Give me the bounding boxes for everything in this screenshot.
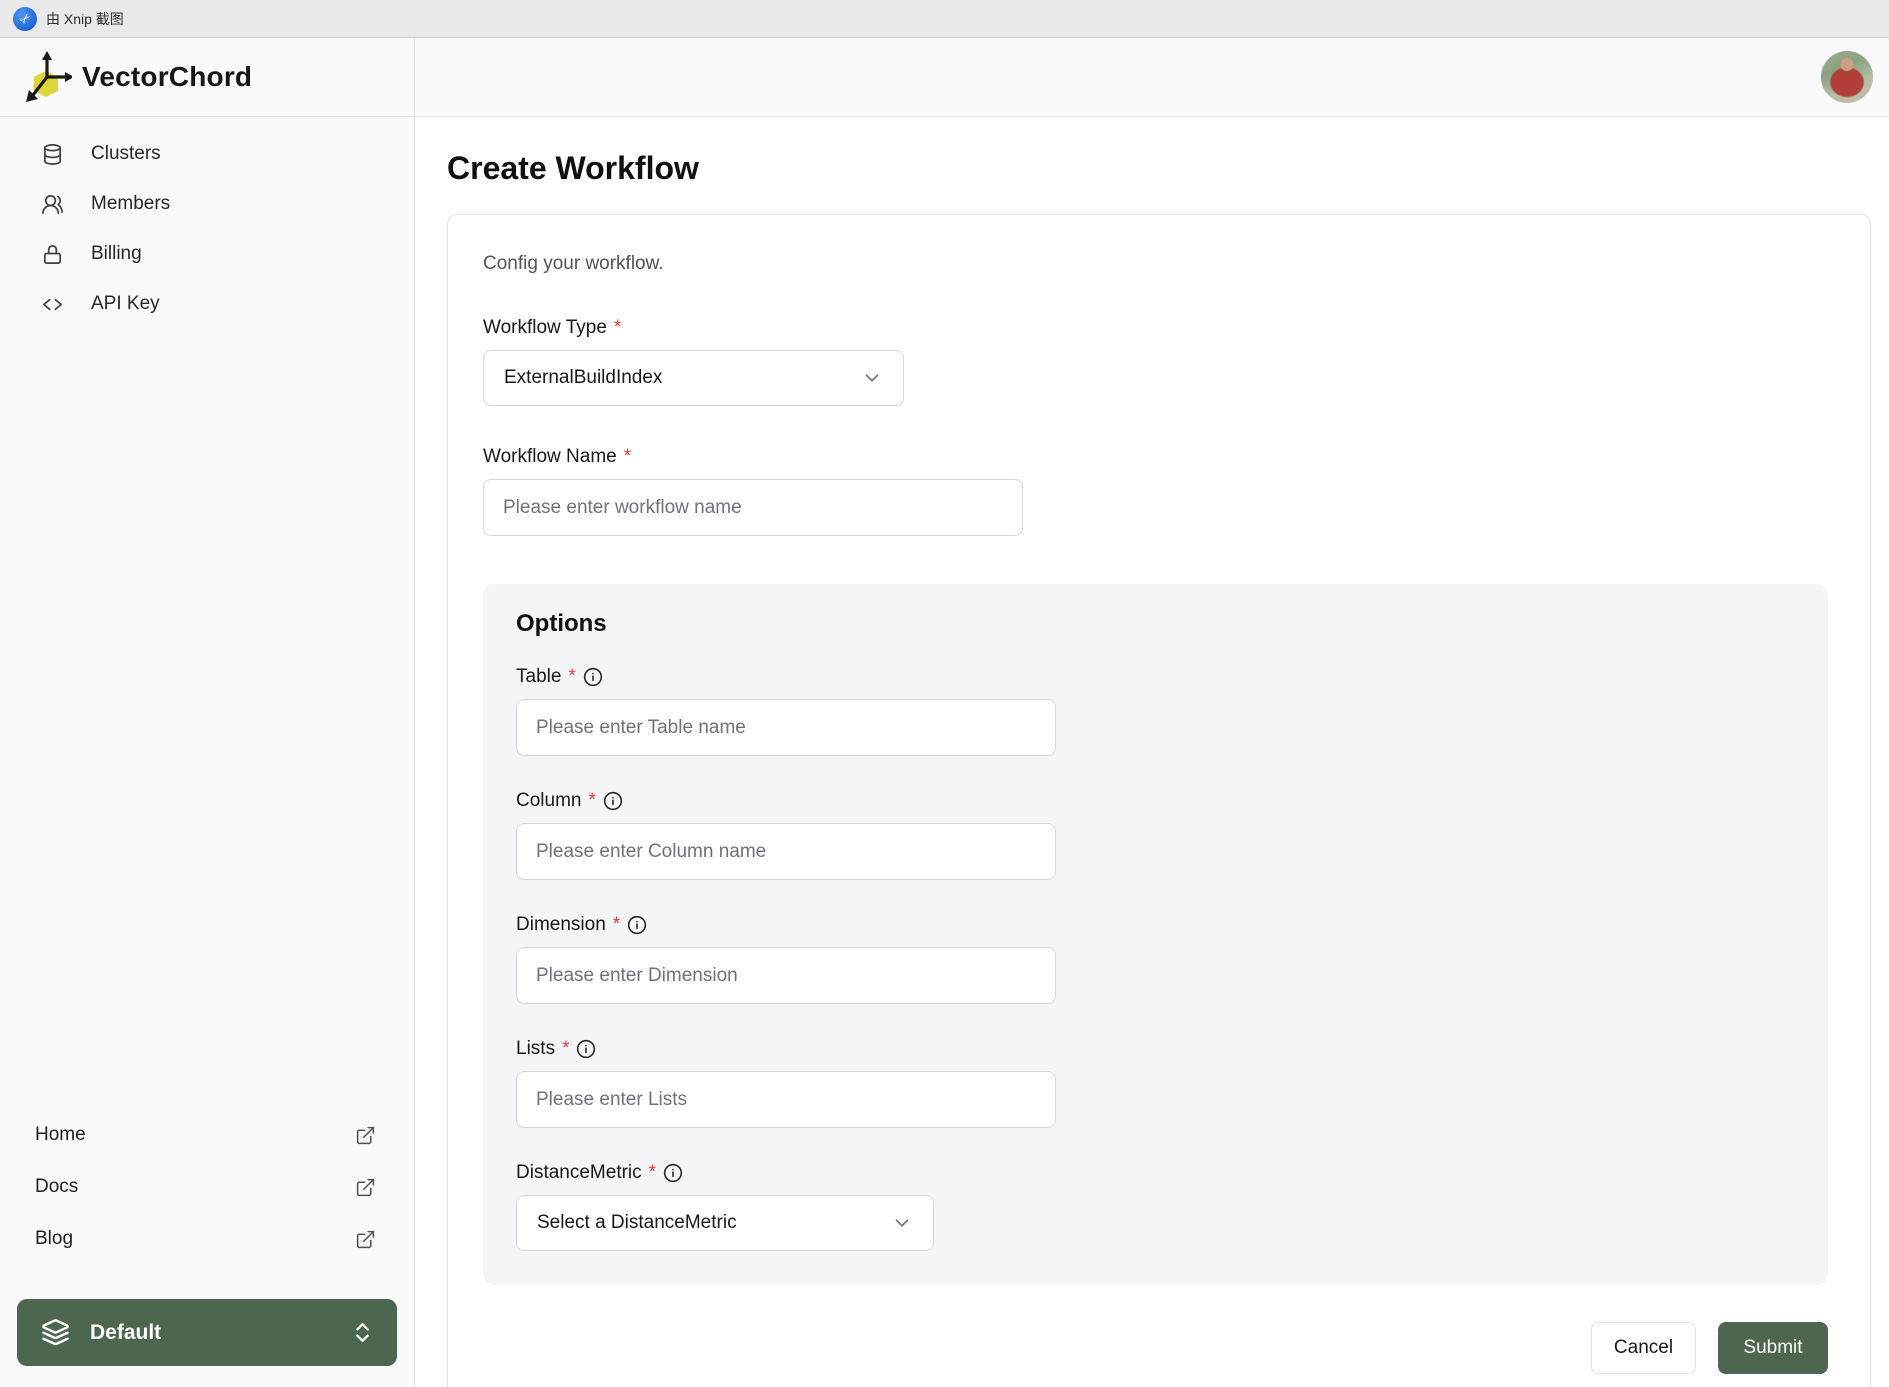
main-content: Create Workflow Config your workflow. Wo… — [415, 117, 1889, 1387]
info-icon[interactable] — [576, 1039, 596, 1059]
required-asterisk: * — [623, 446, 632, 467]
required-asterisk: * — [613, 317, 622, 338]
workflow-type-value: ExternalBuildIndex — [504, 367, 663, 388]
database-icon — [41, 143, 64, 166]
table-field: Table * — [516, 666, 1795, 756]
xnip-watermark-text: 由 Xnip 截图 — [46, 10, 124, 27]
xnip-capture-bar: ✂ 由 Xnip 截图 — [0, 0, 1889, 38]
dimension-field: Dimension * — [516, 914, 1795, 1004]
top-header — [415, 38, 1889, 117]
vectorchord-logo-icon — [25, 50, 72, 104]
sidebar-external-links: Home Docs Blog — [0, 1109, 414, 1265]
code-icon — [41, 293, 64, 316]
column-field: Column * — [516, 790, 1795, 880]
sidebar-item-clusters[interactable]: Clusters — [0, 129, 414, 179]
workflow-type-select[interactable]: ExternalBuildIndex — [483, 350, 904, 406]
lists-input[interactable] — [516, 1071, 1056, 1128]
info-icon[interactable] — [627, 915, 647, 935]
project-switcher[interactable]: Default — [17, 1299, 397, 1366]
external-link-icon — [355, 1125, 376, 1146]
workflow-name-label: Workflow Name * — [483, 446, 632, 467]
chevrons-up-down-icon — [350, 1320, 375, 1345]
lock-icon — [41, 243, 64, 266]
required-asterisk: * — [648, 1162, 657, 1183]
workflow-name-input[interactable] — [483, 479, 1023, 536]
users-icon — [41, 193, 64, 216]
submit-button[interactable]: Submit — [1718, 1322, 1828, 1374]
required-asterisk: * — [612, 914, 621, 935]
column-input[interactable] — [516, 823, 1056, 880]
column-label: Column * — [516, 790, 1795, 812]
required-asterisk: * — [562, 1038, 570, 1059]
dimension-label: Dimension * — [516, 914, 1795, 936]
workflow-type-label: Workflow Type * — [483, 317, 622, 338]
form-actions: Cancel Submit — [483, 1322, 1828, 1374]
dimension-input[interactable] — [516, 947, 1056, 1004]
table-label: Table * — [516, 666, 1795, 688]
distance-metric-label: DistanceMetric * — [516, 1162, 1795, 1184]
chevron-down-icon — [861, 367, 883, 389]
brand-name: VectorChord — [82, 61, 253, 92]
sidebar-item-api-key[interactable]: API Key — [0, 279, 414, 329]
lists-label: Lists * — [516, 1038, 1795, 1060]
info-icon[interactable] — [583, 667, 603, 687]
layers-icon — [41, 1318, 70, 1347]
info-icon[interactable] — [663, 1163, 683, 1183]
required-asterisk: * — [588, 790, 596, 811]
info-icon[interactable] — [603, 791, 623, 811]
sidebar: VectorChord Clusters Members Billing API… — [0, 38, 415, 1387]
sidebar-link-docs[interactable]: Docs — [2, 1161, 412, 1213]
sidebar-item-billing[interactable]: Billing — [0, 229, 414, 279]
card-description: Config your workflow. — [483, 253, 664, 274]
sidebar-item-members[interactable]: Members — [0, 179, 414, 229]
distance-metric-field: DistanceMetric * Select a DistanceMetric — [516, 1162, 1795, 1251]
sidebar-link-blog[interactable]: Blog — [2, 1213, 412, 1265]
required-asterisk: * — [568, 666, 576, 687]
distance-metric-placeholder: Select a DistanceMetric — [537, 1212, 737, 1233]
options-panel: Options Table * Column — [483, 584, 1828, 1285]
options-title: Options — [516, 610, 607, 637]
user-avatar[interactable] — [1821, 51, 1873, 103]
project-switcher-label: Default — [90, 1320, 162, 1344]
table-input[interactable] — [516, 699, 1056, 756]
brand-header: VectorChord — [0, 38, 414, 117]
external-link-icon — [355, 1229, 376, 1250]
lists-field: Lists * — [516, 1038, 1795, 1128]
sidebar-link-home[interactable]: Home — [2, 1109, 412, 1161]
xnip-scissors-icon: ✂ — [13, 6, 37, 31]
page-title: Create Workflow — [447, 150, 699, 186]
distance-metric-select[interactable]: Select a DistanceMetric — [516, 1195, 934, 1251]
cancel-button[interactable]: Cancel — [1591, 1322, 1696, 1374]
chevron-down-icon — [891, 1212, 913, 1234]
create-workflow-card: Config your workflow. Workflow Type * Ex… — [447, 214, 1871, 1387]
external-link-icon — [355, 1177, 376, 1198]
sidebar-nav: Clusters Members Billing API Key — [0, 117, 414, 329]
